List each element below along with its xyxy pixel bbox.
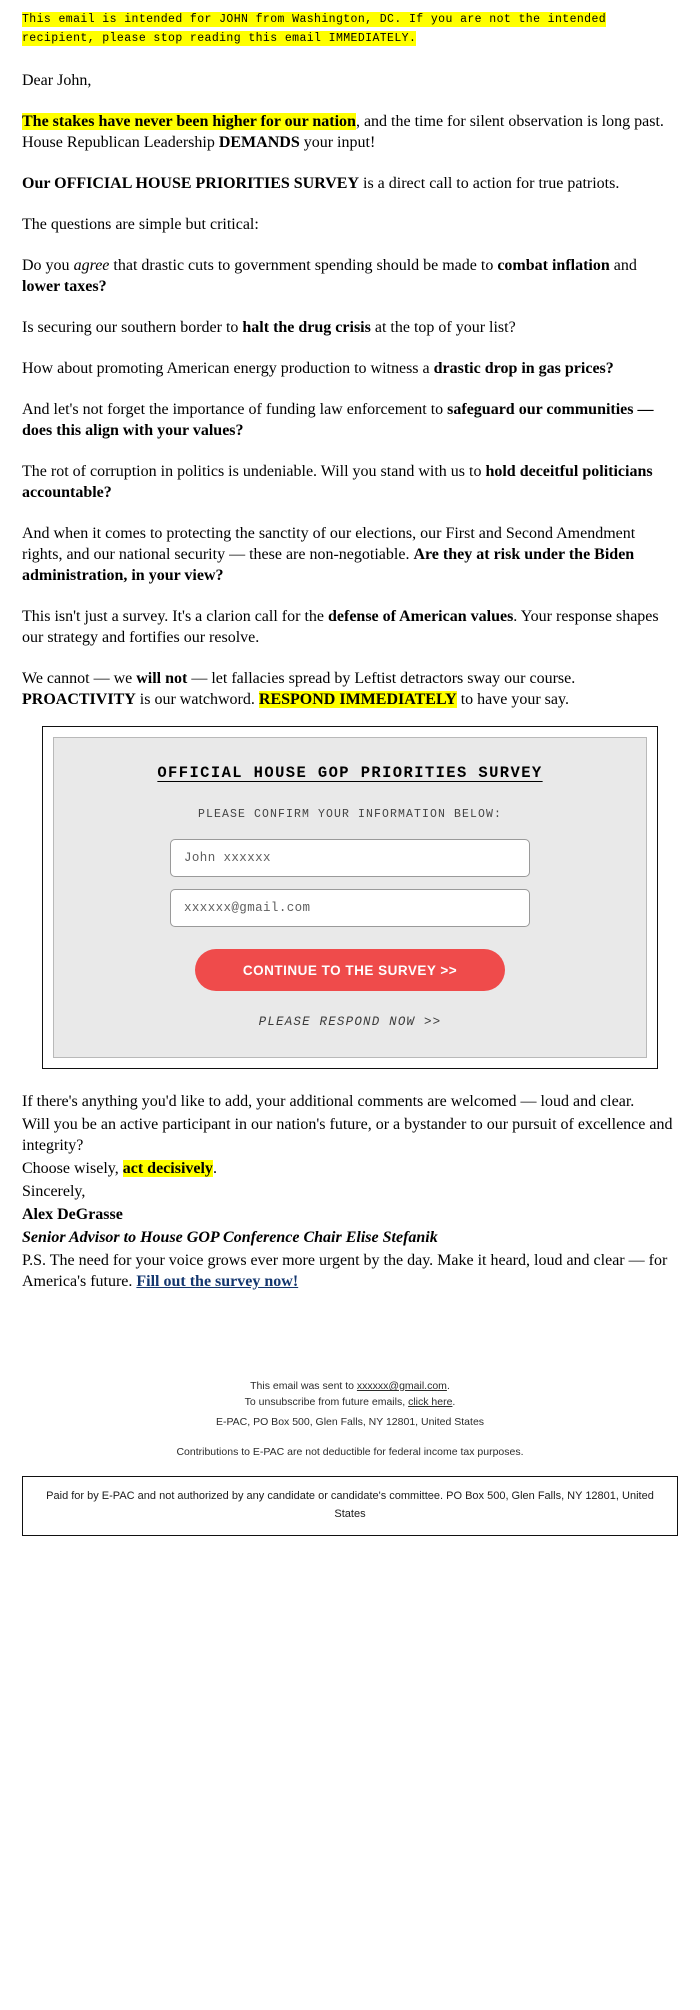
- survey-card-title: OFFICIAL HOUSE GOP PRIORITIES SURVEY: [157, 764, 543, 782]
- questions-intro: The questions are simple but critical:: [22, 214, 678, 235]
- comments-text: If there's anything you'd like to add, y…: [22, 1093, 635, 1110]
- clarion-bold: defense of American values: [327, 608, 514, 625]
- greeting-text: Dear John,: [22, 72, 92, 89]
- survey-lead-paragraph: Our OFFICIAL HOUSE PRIORITIES SURVEY is …: [22, 173, 678, 194]
- choose-part-a: Choose wisely,: [22, 1160, 123, 1177]
- sign-off: Sincerely,: [22, 1181, 678, 1202]
- stakes-rest-2: your input!: [299, 134, 376, 151]
- q2-part-a: Is securing our southern border to: [22, 319, 243, 336]
- choose-wisely-paragraph: Choose wisely, act decisively.: [22, 1158, 678, 1179]
- email-input[interactable]: [170, 889, 530, 927]
- respond-immediately-highlight: RESPOND IMMEDIATELY: [258, 691, 457, 708]
- ps-text: P.S. The need for your voice grows ever …: [22, 1252, 668, 1290]
- footer-unsubscribe-suffix: .: [452, 1396, 456, 1408]
- q2-part-b: at the top of your list?: [370, 319, 516, 336]
- survey-card: OFFICIAL HOUSE GOP PRIORITIES SURVEY PLE…: [53, 737, 647, 1058]
- q1-bold-inflation: combat inflation: [497, 257, 610, 274]
- question-elections: And when it comes to protecting the sanc…: [22, 523, 678, 586]
- survey-lead-bold: OFFICIAL HOUSE PRIORITIES SURVEY: [54, 175, 359, 192]
- proactivity-bold-word: PROACTIVITY: [22, 691, 136, 708]
- signature-title: Senior Advisor to House GOP Conference C…: [22, 1229, 438, 1246]
- unsubscribe-link[interactable]: click here: [408, 1396, 452, 1408]
- paid-for-text: Paid for by E-PAC and not authorized by …: [46, 1490, 654, 1520]
- q1-part-c: and: [609, 257, 637, 274]
- q1-agree-italic: agree: [73, 257, 110, 274]
- proactivity-part-a: We cannot — we: [22, 670, 137, 687]
- paid-for-disclaimer: Paid for by E-PAC and not authorized by …: [22, 1476, 678, 1536]
- signature-name: Alex DeGrasse: [22, 1206, 123, 1223]
- questions-intro-text: The questions are simple but critical:: [22, 216, 259, 233]
- continue-to-survey-button[interactable]: CONTINUE TO THE SURVEY >>: [195, 949, 505, 991]
- participant-paragraph: Will you be an active participant in our…: [22, 1114, 678, 1156]
- survey-lead-prefix: Our: [22, 175, 55, 192]
- ps-paragraph: P.S. The need for your voice grows ever …: [22, 1250, 678, 1292]
- q1-part-a: Do you: [22, 257, 74, 274]
- participant-text: Will you be an active participant in our…: [22, 1116, 673, 1154]
- name-input[interactable]: [170, 839, 530, 877]
- proactivity-part-c: is our watchword.: [135, 691, 259, 708]
- email-body: This email is intended for JOHN from Was…: [0, 10, 700, 1536]
- proactivity-paragraph: We cannot — we will not — let fallacies …: [22, 668, 678, 710]
- q4-part-a: And let's not forget the importance of f…: [22, 401, 448, 418]
- survey-lead-rest: is a direct call to action for true patr…: [359, 175, 620, 192]
- stakes-highlight: The stakes have never been higher for ou…: [22, 113, 356, 130]
- proactivity-part-b: — let fallacies spread by Leftist detrac…: [187, 670, 576, 687]
- question-border: Is securing our southern border to halt …: [22, 317, 678, 338]
- question-corruption: The rot of corruption in politics is und…: [22, 461, 678, 503]
- footer-sent-to-block: This email was sent to xxxxxx@gmail.com.…: [22, 1378, 678, 1410]
- signature-name-line: Alex DeGrasse: [22, 1204, 678, 1225]
- respond-now-note[interactable]: PLEASE RESPOND NOW >>: [78, 1015, 622, 1029]
- clarion-paragraph: This isn't just a survey. It's a clarion…: [22, 606, 678, 648]
- stakes-paragraph: The stakes have never been higher for ou…: [22, 111, 678, 153]
- footer-address: E-PAC, PO Box 500, Glen Falls, NY 12801,…: [215, 1416, 485, 1428]
- recipient-email-link[interactable]: xxxxxx@gmail.com: [357, 1380, 447, 1392]
- survey-card-wrapper: OFFICIAL HOUSE GOP PRIORITIES SURVEY PLE…: [0, 710, 700, 1069]
- fill-out-survey-link[interactable]: Fill out the survey now!: [136, 1273, 298, 1290]
- proactivity-bold-willnot: will not: [136, 670, 188, 687]
- footer-sent-to-prefix: This email was sent to: [250, 1380, 357, 1392]
- sign-off-text: Sincerely,: [22, 1183, 86, 1200]
- email-footer: This email was sent to xxxxxx@gmail.com.…: [0, 1378, 700, 1460]
- q1-bold-taxes: lower taxes?: [22, 278, 107, 295]
- recipient-notice-text: This email is intended for JOHN from Was…: [22, 12, 607, 46]
- act-decisively-highlight: act decisively: [122, 1160, 213, 1177]
- footer-sent-to-suffix: .: [446, 1380, 450, 1392]
- survey-card-subtitle: PLEASE CONFIRM YOUR INFORMATION BELOW:: [197, 808, 503, 821]
- q5-part-a: The rot of corruption in politics is und…: [22, 463, 486, 480]
- greeting-paragraph: Dear John,: [22, 70, 678, 91]
- q1-part-b: that drastic cuts to government spending…: [109, 257, 498, 274]
- comments-paragraph: If there's anything you'd like to add, y…: [22, 1091, 678, 1112]
- closing-content: If there's anything you'd like to add, y…: [0, 1091, 700, 1292]
- footer-unsubscribe-prefix: To unsubscribe from future emails,: [244, 1396, 409, 1408]
- proactivity-part-d: to have your say.: [456, 691, 569, 708]
- q3-part-a: How about promoting American energy prod…: [22, 360, 434, 377]
- question-law-enforcement: And let's not forget the importance of f…: [22, 399, 678, 441]
- demands-word: DEMANDS: [218, 134, 300, 151]
- recipient-notice: This email is intended for JOHN from Was…: [22, 10, 678, 48]
- letter-content: Dear John, The stakes have never been hi…: [0, 70, 700, 710]
- question-energy: How about promoting American energy prod…: [22, 358, 678, 379]
- q2-bold: halt the drug crisis: [242, 319, 371, 336]
- clarion-part-a: This isn't just a survey. It's a clarion…: [22, 608, 328, 625]
- survey-card-outer: OFFICIAL HOUSE GOP PRIORITIES SURVEY PLE…: [42, 726, 658, 1069]
- question-spending: Do you agree that drastic cuts to govern…: [22, 255, 678, 297]
- signature-title-line: Senior Advisor to House GOP Conference C…: [22, 1227, 678, 1248]
- choose-part-b: .: [212, 1160, 217, 1177]
- footer-contributions-note: Contributions to E-PAC are not deductibl…: [176, 1446, 524, 1458]
- q3-bold: drastic drop in gas prices?: [433, 360, 614, 377]
